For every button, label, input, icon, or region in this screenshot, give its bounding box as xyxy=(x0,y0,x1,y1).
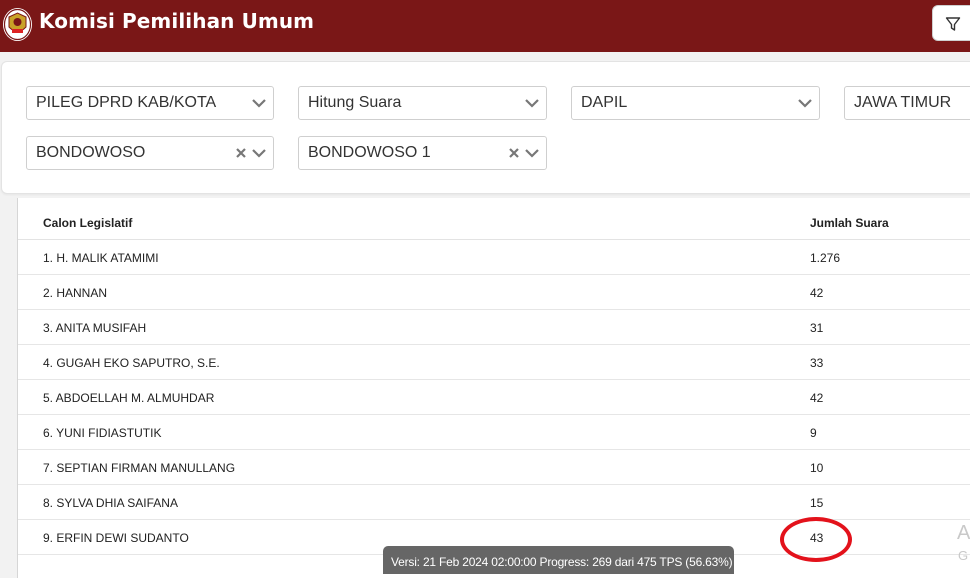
regency-select[interactable]: BONDOWOSO xyxy=(26,136,274,170)
election-type-value: PILEG DPRD KAB/KOTA xyxy=(36,94,217,111)
filter-icon xyxy=(945,17,961,31)
table-header: Calon Legislatif Jumlah Suara xyxy=(18,198,970,240)
chevron-down-icon xyxy=(252,99,266,108)
filter-button[interactable] xyxy=(932,5,970,41)
vote-count: 33 xyxy=(810,356,824,370)
chevron-down-icon xyxy=(252,149,266,158)
activation-watermark-title: A xyxy=(957,522,970,544)
vote-count: 31 xyxy=(810,321,824,335)
candidate-name: 3. ANITA MUSIFAH xyxy=(43,321,147,335)
vote-count: 42 xyxy=(810,286,824,300)
table-row: 3. ANITA MUSIFAH 31 xyxy=(18,310,970,345)
level-select[interactable]: DAPIL xyxy=(571,86,820,120)
table-row: 7. SEPTIAN FIRMAN MANULLANG 10 xyxy=(18,450,970,485)
table-row: 8. SYLVA DHIA SAIFANA 15 xyxy=(18,485,970,520)
candidate-name: 2. HANNAN xyxy=(43,286,108,300)
candidate-name: 8. SYLVA DHIA SAIFANA xyxy=(43,496,178,510)
mode-value: Hitung Suara xyxy=(308,94,402,111)
candidate-name: 9. ERFIN DEWI SUDANTO xyxy=(43,531,189,545)
version-status-bar: Versi: 21 Feb 2024 02:00:00 Progress: 26… xyxy=(383,546,734,574)
top-header: Komisi Pemilihan Umum xyxy=(0,0,970,52)
chevron-down-icon xyxy=(798,99,812,108)
province-select[interactable]: JAWA TIMUR xyxy=(844,86,970,120)
district-select[interactable]: BONDOWOSO 1 xyxy=(298,136,547,170)
version-progress-text: Versi: 21 Feb 2024 02:00:00 Progress: 26… xyxy=(391,555,733,569)
activation-watermark-subtitle: G xyxy=(958,548,969,563)
table-row: 6. YUNI FIDIASTUTIK 9 xyxy=(18,415,970,450)
vote-count: 15 xyxy=(810,496,824,510)
chevron-down-icon xyxy=(525,99,539,108)
election-type-select[interactable]: PILEG DPRD KAB/KOTA xyxy=(26,86,274,120)
table-row: 1. H. MALIK ATAMIMI 1.276 xyxy=(18,240,970,275)
candidate-name: 1. H. MALIK ATAMIMI xyxy=(43,251,159,265)
vote-count: 42 xyxy=(810,391,824,405)
candidate-name: 6. YUNI FIDIASTUTIK xyxy=(43,426,162,440)
table-row: 4. GUGAH EKO SAPUTRO, S.E. 33 xyxy=(18,345,970,380)
level-value: DAPIL xyxy=(581,94,628,111)
regency-value: BONDOWOSO xyxy=(36,144,146,161)
district-value: BONDOWOSO 1 xyxy=(308,144,431,161)
vote-count: 10 xyxy=(810,461,824,475)
vote-count: 1.276 xyxy=(810,251,841,265)
table-row: 5. ABDOELLAH M. ALMUHDAR 42 xyxy=(18,380,970,415)
filter-panel: PILEG DPRD KAB/KOTA Hitung Suara DAPIL J… xyxy=(1,61,970,194)
clear-icon[interactable] xyxy=(235,147,247,159)
highlight-circle xyxy=(780,517,852,562)
table-row: 2. HANNAN 42 xyxy=(18,275,970,310)
candidate-name: 4. GUGAH EKO SAPUTRO, S.E. xyxy=(43,356,220,370)
mode-select[interactable]: Hitung Suara xyxy=(298,86,547,120)
clear-icon[interactable] xyxy=(508,147,520,159)
candidate-column-header: Calon Legislatif xyxy=(43,216,133,230)
candidate-name: 5. ABDOELLAH M. ALMUHDAR xyxy=(43,391,215,405)
kpu-logo-icon xyxy=(3,8,32,41)
province-value: JAWA TIMUR xyxy=(854,94,952,111)
votes-column-header: Jumlah Suara xyxy=(810,216,889,230)
vote-count: 9 xyxy=(810,426,817,440)
chevron-down-icon xyxy=(525,149,539,158)
app-title: Komisi Pemilihan Umum xyxy=(39,9,315,33)
candidate-name: 7. SEPTIAN FIRMAN MANULLANG xyxy=(43,461,236,475)
